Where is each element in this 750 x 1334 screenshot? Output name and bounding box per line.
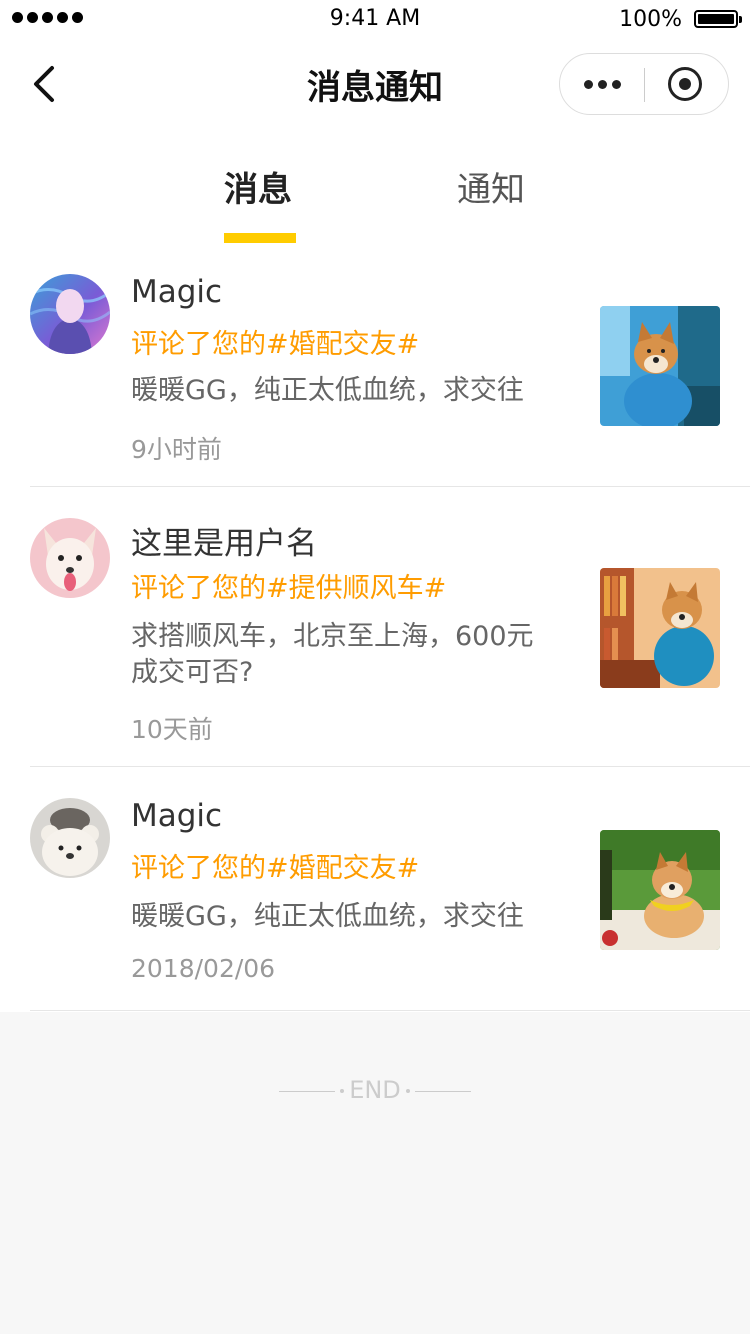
close-miniprogram-button[interactable]	[668, 67, 702, 101]
comment-topic: 评论了您的#婚配交友#	[131, 853, 420, 884]
status-bar: 9:41 AM 100%	[0, 0, 750, 40]
username: Magic	[131, 274, 223, 310]
active-tab-indicator	[224, 233, 296, 243]
post-thumbnail	[600, 568, 720, 688]
battery-icon	[694, 10, 742, 28]
more-dots-icon	[584, 80, 593, 89]
post-thumbnail	[600, 306, 720, 426]
list-item[interactable]: 这里是用户名 评论了您的#提供顺风车# 求搭顺风车，北京至上海，600元成交可否…	[0, 502, 750, 766]
post-thumbnail	[600, 830, 720, 950]
username: 这里是用户名	[131, 526, 317, 562]
comment-topic: 评论了您的#提供顺风车#	[131, 573, 447, 604]
avatar	[30, 274, 110, 354]
message-time: 10天前	[131, 715, 213, 744]
message-time: 9小时前	[131, 435, 222, 464]
tab-notifications[interactable]: 通知	[457, 162, 525, 211]
navigation-bar: 消息通知	[0, 40, 750, 128]
message-content: 暖暖GG，纯正太低血统，求交往	[131, 901, 524, 932]
more-button[interactable]	[560, 54, 645, 114]
message-content: 暖暖GG，纯正太低血统，求交往	[131, 375, 524, 406]
username: Magic	[131, 798, 223, 834]
message-content: 求搭顺风车，北京至上海，600元成交可否?	[131, 621, 534, 688]
capsule-divider	[644, 68, 645, 102]
target-icon	[679, 78, 691, 90]
end-label: END	[349, 1076, 401, 1104]
menu-capsule	[559, 53, 729, 115]
divider	[30, 1010, 750, 1011]
avatar	[30, 798, 110, 878]
divider	[30, 486, 750, 487]
list-item[interactable]: Magic 评论了您的#婚配交友# 暖暖GG，纯正太低血统，求交往 9小时前	[0, 258, 750, 486]
divider	[30, 766, 750, 767]
list-item[interactable]: Magic 评论了您的#婚配交友# 暖暖GG，纯正太低血统，求交往 2018/0…	[0, 782, 750, 1010]
end-of-list: END	[0, 1076, 750, 1104]
avatar	[30, 518, 110, 598]
battery-percent: 100%	[619, 7, 682, 32]
comment-topic: 评论了您的#婚配交友#	[131, 329, 420, 360]
tab-messages[interactable]: 消息	[224, 162, 292, 211]
message-time: 2018/02/06	[131, 954, 276, 983]
